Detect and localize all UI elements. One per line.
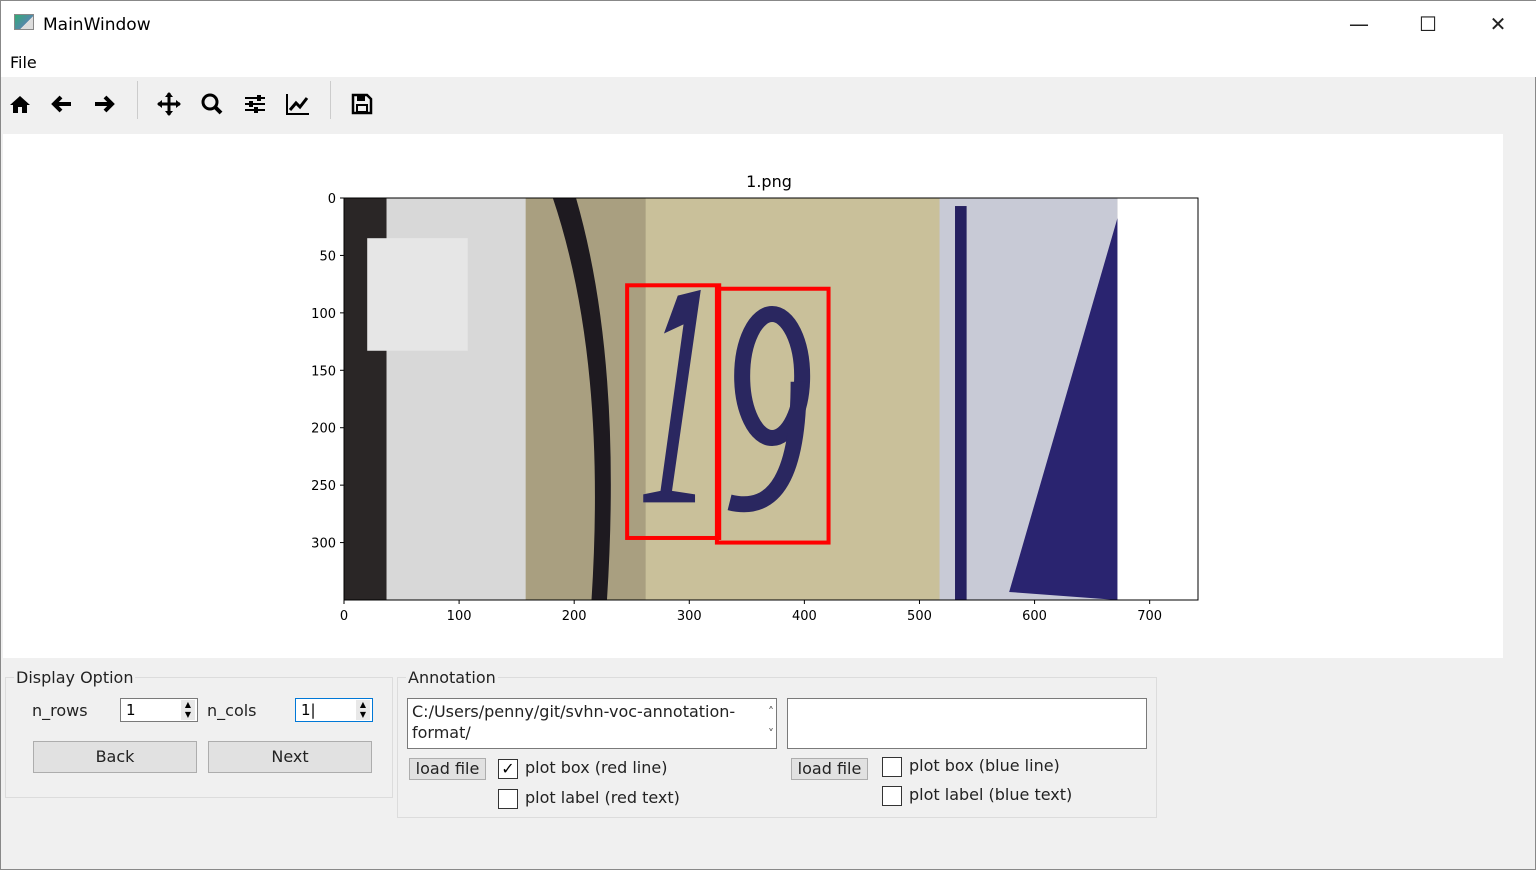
y-tick-label: 0 <box>328 192 336 207</box>
n-cols-spinbox[interactable]: 1| ▲ ▼ <box>295 698 373 722</box>
annotation-path-text: C:/Users/penny/git/svhn-voc-annotation-f… <box>412 702 736 742</box>
plot-svg: 0 100 200 300 400 500 600 700 0 50 100 150 200 250 300 <box>311 192 1199 624</box>
save-icon[interactable] <box>347 89 377 119</box>
next-button[interactable]: Next <box>208 741 372 773</box>
y-tick-label: 50 <box>319 249 336 264</box>
x-tick-label: 500 <box>907 609 932 624</box>
minimize-button[interactable]: — <box>1339 9 1379 39</box>
toolbar <box>1 77 1536 133</box>
toolbar-separator <box>137 81 138 119</box>
zoom-icon[interactable] <box>197 89 227 119</box>
n-cols-label: n_cols <box>207 701 257 720</box>
menu-file[interactable]: File <box>10 53 37 72</box>
x-tick-label: 300 <box>677 609 702 624</box>
plot-label-blue-label: plot label (blue text) <box>909 785 1073 804</box>
close-button[interactable]: ✕ <box>1478 9 1518 39</box>
spin-arrows-icon[interactable]: ▲ ▼ <box>181 700 195 720</box>
y-tick-label: 200 <box>311 422 336 437</box>
n-rows-value: 1 <box>126 701 136 719</box>
annotation-group: Annotation C:/Users/penny/git/svhn-voc-a… <box>397 668 1157 818</box>
n-rows-label: n_rows <box>32 701 88 720</box>
y-tick-label: 150 <box>311 364 336 379</box>
x-tick-label: 0 <box>340 609 348 624</box>
n-rows-spinbox[interactable]: 1 ▲ ▼ <box>120 698 198 722</box>
app-icon <box>14 14 34 30</box>
plot-label-red-label: plot label (red text) <box>525 788 680 807</box>
plot-label-red-checkbox[interactable] <box>498 789 518 809</box>
annotation-path-right[interactable] <box>787 698 1147 749</box>
spin-arrows-icon[interactable]: ▲ ▼ <box>356 700 370 720</box>
configure-subplots-icon[interactable] <box>240 89 270 119</box>
plot-label-blue-checkbox[interactable] <box>882 786 902 806</box>
forward-arrow-icon[interactable] <box>89 89 119 119</box>
home-icon[interactable] <box>5 89 35 119</box>
toolbar-separator <box>330 81 331 119</box>
photo-image <box>344 198 1118 600</box>
back-arrow-icon[interactable] <box>47 89 77 119</box>
y-tick-label: 100 <box>311 307 336 322</box>
annotation-path-left[interactable]: C:/Users/penny/git/svhn-voc-annotation-f… <box>407 698 777 749</box>
plot-box-blue-checkbox[interactable] <box>882 757 902 777</box>
title-bar: MainWindow — ☐ ✕ <box>1 1 1536 47</box>
x-tick-label: 200 <box>562 609 587 624</box>
edit-axis-icon[interactable] <box>283 89 313 119</box>
load-file-button-blue[interactable]: load file <box>791 758 868 780</box>
x-tick-label: 600 <box>1022 609 1047 624</box>
annotation-title: Annotation <box>406 668 498 687</box>
plot-box-red-checkbox[interactable]: ✓ <box>498 759 518 779</box>
plot-box-blue-label: plot box (blue line) <box>909 756 1060 775</box>
pan-icon[interactable] <box>154 89 184 119</box>
display-option-group: Display Option n_rows 1 ▲ ▼ n_cols 1| ▲ ▼ Ba… <box>5 668 393 798</box>
n-cols-value: 1 <box>301 701 311 719</box>
x-tick-label: 700 <box>1137 609 1162 624</box>
y-tick-label: 300 <box>311 537 336 552</box>
x-tick-label: 400 <box>792 609 817 624</box>
back-button[interactable]: Back <box>33 741 197 773</box>
menu-bar: File <box>1 47 1536 77</box>
x-tick-label: 100 <box>447 609 472 624</box>
window-title: MainWindow <box>43 15 151 35</box>
display-option-title: Display Option <box>14 668 136 687</box>
y-tick-label: 250 <box>311 479 336 494</box>
plot-canvas[interactable]: 1.png 0 100 200 300 400 500 600 700 0 50 100 150 200… <box>3 134 1503 658</box>
plot-box-red-label: plot box (red line) <box>525 758 668 777</box>
maximize-button[interactable]: ☐ <box>1408 9 1448 39</box>
load-file-button-red[interactable]: load file <box>409 758 486 780</box>
scroll-arrows-icon[interactable]: ˄ ˅ <box>768 701 774 745</box>
